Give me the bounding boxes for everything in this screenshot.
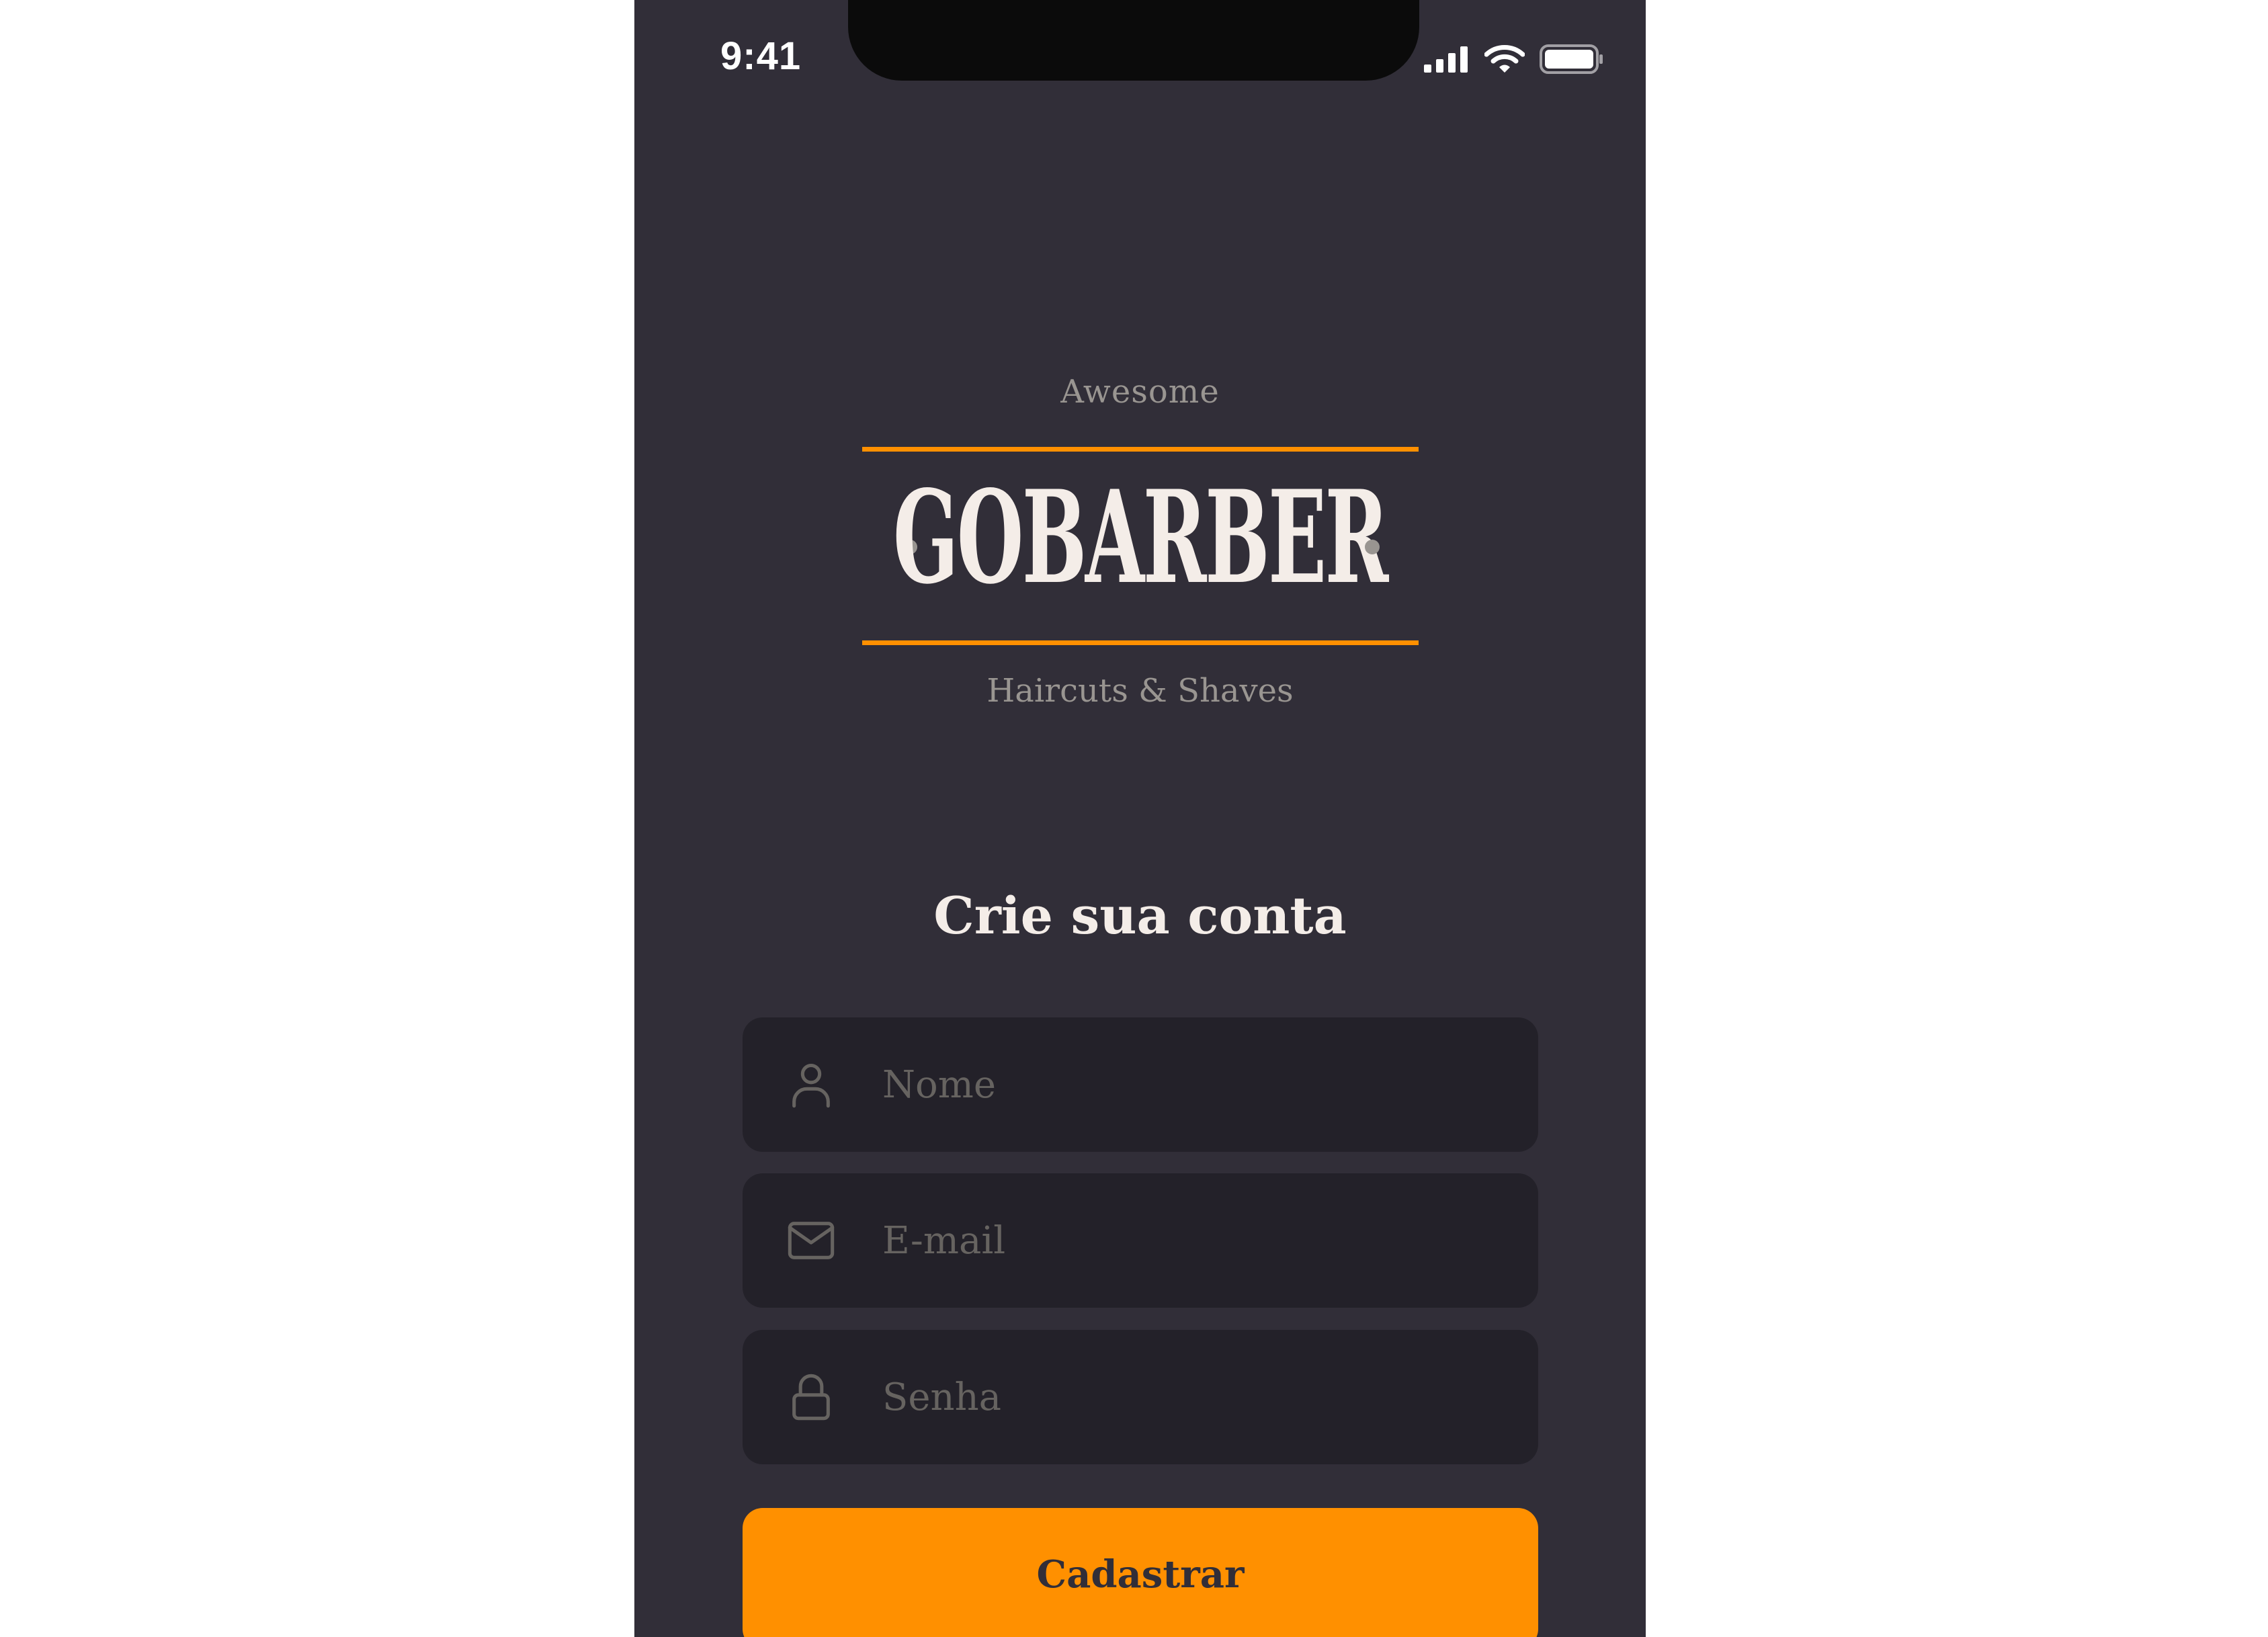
password-field[interactable]	[743, 1330, 1538, 1464]
wifi-icon	[1484, 44, 1525, 77]
logo-tagline-top: Awesome	[1060, 373, 1220, 411]
device-notch	[848, 0, 1419, 81]
battery-icon	[1540, 44, 1604, 77]
signal-icon	[1424, 46, 1470, 75]
lock-icon	[786, 1372, 837, 1423]
status-icons	[1424, 44, 1604, 77]
password-input[interactable]	[881, 1374, 1538, 1420]
email-input[interactable]	[881, 1218, 1538, 1263]
name-field[interactable]	[743, 1017, 1538, 1152]
user-icon	[786, 1059, 837, 1110]
logo-tagline-bottom: Haircuts & Shaves	[986, 672, 1294, 710]
logo-divider-bottom	[862, 640, 1419, 645]
page-title: Crie sua conta	[933, 886, 1347, 946]
email-field[interactable]	[743, 1173, 1538, 1308]
logo-wordmark: GOBARBER	[893, 462, 1388, 612]
mail-icon	[786, 1215, 837, 1266]
status-time: 9:41	[720, 34, 802, 78]
register-button[interactable]: Cadastrar	[743, 1508, 1538, 1637]
logo-divider-top	[862, 447, 1419, 452]
name-input[interactable]	[881, 1062, 1538, 1107]
logo-dot-right	[1365, 540, 1380, 554]
phone-screen: 9:41 Awesome GOBARBER Haircuts & Shaves …	[634, 0, 1646, 1637]
